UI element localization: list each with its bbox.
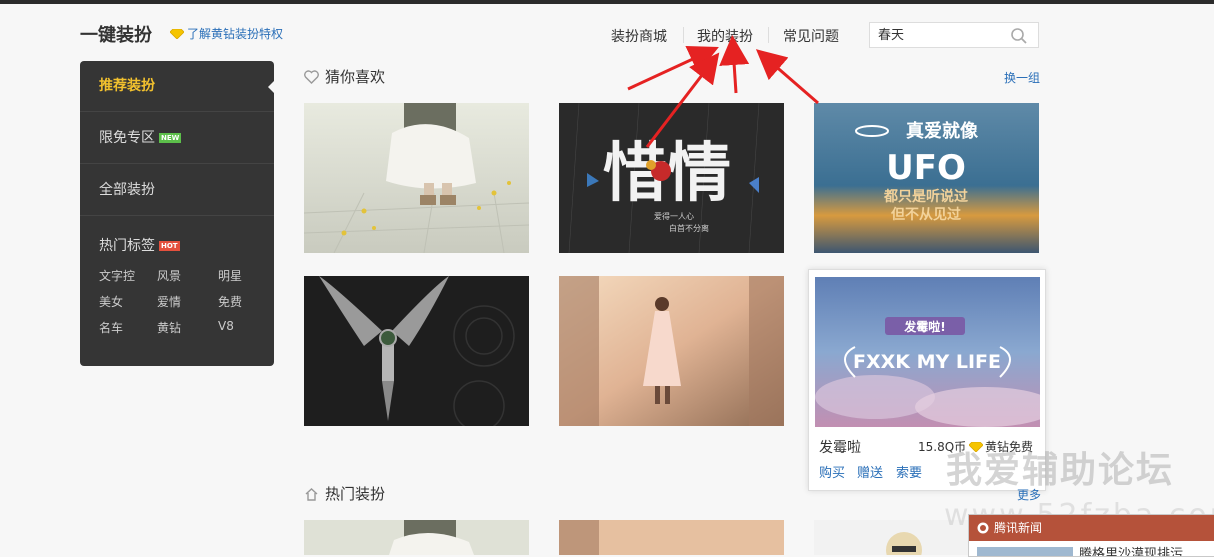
nav-divider	[768, 27, 769, 43]
page-title: 一键装扮	[80, 25, 152, 46]
tag-link[interactable]: 明星	[218, 267, 242, 284]
news-thumbnail	[977, 547, 1073, 556]
hot-section-title: 热门装扮	[304, 483, 385, 504]
svg-text:UFO: UFO	[886, 148, 966, 188]
yellow-diamond-icon	[170, 28, 184, 39]
sidebar-item-label: 全部装扮	[99, 182, 155, 198]
news-popup[interactable]: 腾讯新闻 腾格里沙漠现排污	[968, 514, 1214, 557]
news-popup-header: 腾讯新闻	[969, 515, 1214, 541]
annotation-arrow	[755, 49, 819, 105]
outfit-thumbnail[interactable]	[559, 520, 784, 555]
new-badge: NEW	[159, 133, 182, 143]
svg-text:FXXK MY LIFE: FXXK MY LIFE	[853, 351, 1001, 373]
svg-text:真爱就像: 真爱就像	[906, 120, 979, 142]
vip-privilege-link[interactable]: 了解黄钻装扮特权	[170, 25, 283, 42]
buy-link[interactable]: 购买	[819, 462, 845, 481]
request-link[interactable]: 索要	[896, 462, 922, 481]
annotation-arrow	[627, 45, 719, 91]
tag-link[interactable]: 免费	[218, 293, 242, 310]
search-box	[869, 22, 1039, 48]
outfit-thumbnail[interactable]	[304, 276, 529, 426]
nav-faq[interactable]: 常见问题	[783, 26, 839, 46]
nav-my-outfits[interactable]: 我的装扮	[697, 26, 753, 46]
tag-link[interactable]: 名车	[99, 319, 123, 336]
home-icon	[305, 487, 318, 501]
hot-badge: HOT	[159, 241, 180, 251]
hot-tags-title: 热门标签 HOT	[99, 238, 180, 254]
watermark: 我爱辅助论坛	[946, 450, 1175, 491]
svg-text:白首不分离: 白首不分离	[669, 223, 709, 233]
tag-link[interactable]: 风景	[157, 267, 181, 284]
gift-link[interactable]: 赠送	[857, 462, 883, 481]
tencent-news-icon	[977, 522, 989, 534]
svg-text:但不从见过: 但不从见过	[890, 206, 961, 223]
tag-link[interactable]: 美女	[99, 293, 123, 310]
annotation-arrow	[719, 35, 750, 94]
outfit-thumbnail[interactable]: 发霉啦! FXXK MY LIFE	[815, 277, 1040, 427]
outfit-thumbnail[interactable]	[304, 520, 529, 555]
svg-text:都只是听说过: 都只是听说过	[883, 188, 968, 205]
outfit-name: 发霉啦	[819, 440, 861, 456]
nav-mall[interactable]: 装扮商城	[611, 26, 667, 46]
nav-divider	[683, 27, 684, 43]
tag-link[interactable]: 黄钻	[157, 319, 181, 336]
outfit-thumbnail[interactable]	[559, 276, 784, 426]
tag-link[interactable]: 爱情	[157, 293, 181, 310]
heart-icon	[304, 69, 319, 84]
sidebar-item-limited-free[interactable]: 限免专区 NEW	[80, 113, 274, 164]
tag-link[interactable]: V8	[218, 319, 234, 333]
sidebar-item-label: 限免专区	[99, 130, 155, 146]
sidebar-item-recommended[interactable]: 推荐装扮	[80, 61, 275, 112]
outfit-thumbnail[interactable]	[304, 103, 529, 253]
sidebar-item-all[interactable]: 全部装扮	[80, 165, 274, 216]
sidebar-item-label: 推荐装扮	[99, 78, 155, 94]
guess-section-title: 猜你喜欢	[304, 66, 385, 87]
search-input[interactable]	[870, 23, 1016, 44]
top-bar	[0, 0, 1214, 4]
sidebar: 推荐装扮 限免专区 NEW 全部装扮 热门标签 HOT 文字控 风景 明星 美女 爱…	[80, 61, 275, 366]
vip-link-label: 了解黄钻装扮特权	[187, 27, 284, 41]
tag-link[interactable]: 文字控	[99, 267, 135, 284]
outfit-thumbnail[interactable]: 惜情 爱得一人心 白首不分离	[559, 103, 784, 253]
active-pointer	[268, 80, 275, 94]
svg-text:发霉啦!: 发霉啦!	[903, 319, 945, 334]
outfit-thumbnail[interactable]: 真爱就像 UFO 都只是听说过 但不从见过	[814, 103, 1039, 253]
refresh-group-link[interactable]: 换一组	[1004, 69, 1040, 86]
search-icon[interactable]	[1010, 27, 1028, 45]
svg-text:爱得一人心: 爱得一人心	[654, 211, 694, 221]
